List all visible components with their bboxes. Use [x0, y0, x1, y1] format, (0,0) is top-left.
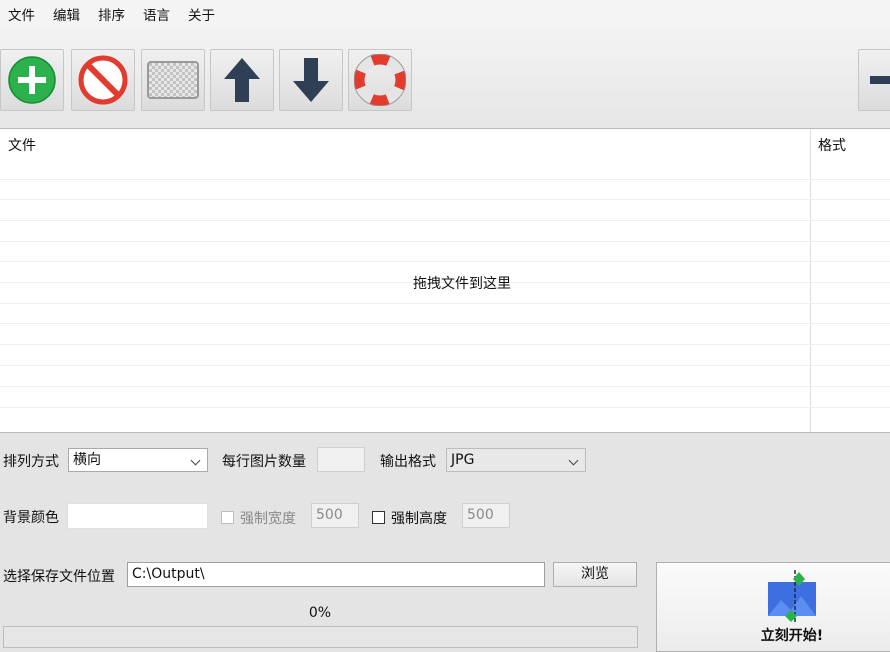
- menu-about[interactable]: 关于: [180, 4, 225, 24]
- row-line: [0, 303, 890, 304]
- move-up-button[interactable]: [210, 49, 274, 111]
- chevron-down-icon: [190, 455, 201, 466]
- clear-list-button[interactable]: [141, 49, 205, 111]
- row-line: [0, 261, 890, 262]
- row-line: [0, 344, 890, 345]
- force-height-checkbox[interactable]: [372, 511, 385, 524]
- column-file[interactable]: 文件: [0, 129, 810, 179]
- bg-color-swatch[interactable]: [67, 503, 208, 529]
- drop-hint: 拖拽文件到这里: [413, 276, 511, 292]
- format-select[interactable]: JPG: [446, 448, 586, 472]
- menu-language[interactable]: 语言: [135, 4, 180, 24]
- row-line: [0, 220, 890, 221]
- help-icon: [354, 54, 406, 106]
- row-line: [0, 323, 890, 324]
- force-width-input[interactable]: 500: [311, 503, 359, 528]
- format-label: 输出格式: [380, 454, 436, 470]
- move-down-icon: [293, 58, 329, 102]
- clear-icon: [147, 61, 199, 99]
- column-format[interactable]: 格式: [810, 129, 890, 179]
- menu-file[interactable]: 文件: [0, 4, 45, 24]
- add-files-button[interactable]: [0, 49, 64, 111]
- row-line: [0, 365, 890, 366]
- start-button[interactable]: 立刻开始!: [656, 562, 890, 652]
- browse-button[interactable]: 浏览: [553, 562, 637, 587]
- move-down-button[interactable]: [279, 49, 343, 111]
- row-line: [0, 199, 890, 200]
- row-line: [0, 241, 890, 242]
- add-icon: [8, 56, 56, 104]
- force-width-checkbox[interactable]: [221, 511, 234, 524]
- per-row-label: 每行图片数量: [222, 454, 306, 470]
- file-list[interactable]: 文件 格式 拖拽文件到这里: [0, 128, 890, 433]
- arrange-value: 横向: [73, 452, 101, 468]
- menu-sort[interactable]: 排序: [90, 4, 135, 24]
- row-line: [0, 386, 890, 387]
- help-button[interactable]: [348, 49, 412, 111]
- minimize-panel-button[interactable]: [858, 49, 890, 111]
- menu-edit[interactable]: 编辑: [45, 4, 90, 24]
- move-up-icon: [224, 58, 260, 102]
- remove-file-button[interactable]: [71, 49, 135, 111]
- arrange-label: 排列方式: [3, 454, 59, 470]
- row-line: [0, 179, 890, 180]
- arrange-select[interactable]: 横向: [68, 448, 208, 472]
- force-height-input[interactable]: 500: [462, 503, 510, 528]
- start-label: 立刻开始!: [760, 628, 824, 644]
- remove-icon: [78, 55, 128, 105]
- minimize-icon: [870, 76, 890, 84]
- bg-color-label: 背景颜色: [3, 510, 59, 526]
- merge-images-icon: [768, 570, 816, 622]
- per-row-input[interactable]: [317, 447, 365, 472]
- progress-percent: 0%: [308, 605, 332, 621]
- row-line: [0, 407, 890, 408]
- chevron-down-icon: [568, 455, 579, 466]
- save-location-input[interactable]: C:\Output\: [127, 562, 545, 587]
- save-location-label: 选择保存文件位置: [3, 569, 115, 585]
- menu-bar: 文件 编辑 排序 语言 关于: [0, 0, 890, 28]
- force-width-label: 强制宽度: [240, 511, 296, 527]
- toolbar: [0, 28, 890, 128]
- format-value: JPG: [451, 452, 475, 468]
- force-height-label: 强制高度: [391, 511, 447, 527]
